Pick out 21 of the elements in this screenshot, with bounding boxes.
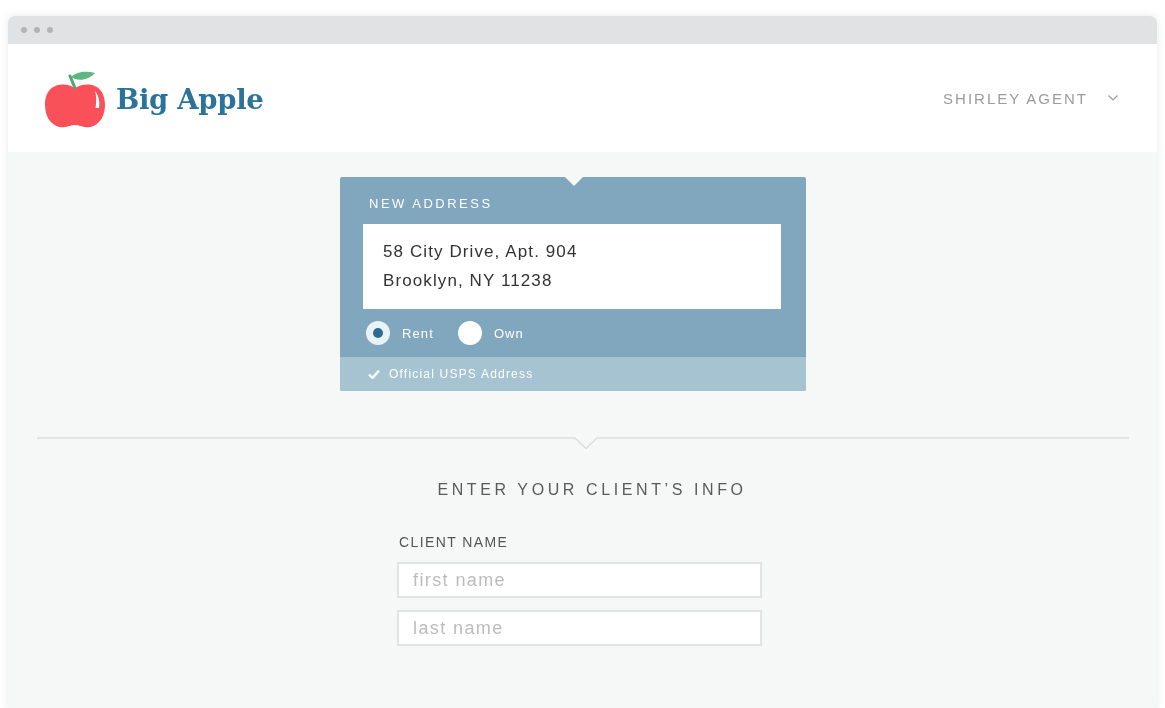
radio-label: Rent	[402, 325, 434, 341]
window-dot-icon	[34, 27, 40, 33]
apple-icon	[45, 70, 105, 128]
card-label: NEW ADDRESS	[369, 196, 493, 212]
field-label: CLIENT NAME	[399, 533, 509, 551]
radio-label: Own	[493, 325, 524, 341]
text-input[interactable]: last name	[397, 610, 762, 646]
verification-text: Official USPS Address	[389, 367, 534, 381]
window-dot-icon	[47, 27, 53, 33]
chevron-down-icon	[1108, 95, 1118, 101]
window-dot-icon	[21, 27, 27, 33]
address-line: Brooklyn, NY 11238	[383, 270, 553, 292]
radio-button[interactable]	[366, 321, 390, 345]
user-menu-button[interactable]: SHIRLEY AGENT	[943, 89, 1118, 107]
section-heading: ENTER YOUR CLIENT’S INFO	[437, 480, 747, 500]
pointer-notch	[565, 177, 583, 186]
brand-name: Big Apple	[116, 86, 264, 114]
address-line: 58 City Drive, Apt. 904	[383, 241, 578, 263]
text-input[interactable]: first name	[397, 562, 762, 598]
radio-button[interactable]	[457, 321, 482, 345]
checkmark-icon	[368, 369, 380, 379]
